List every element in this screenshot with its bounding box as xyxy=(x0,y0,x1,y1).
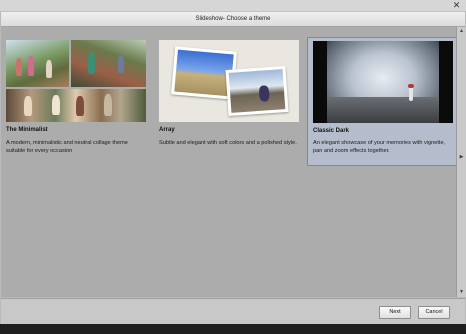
close-icon[interactable]: ✕ xyxy=(451,0,462,11)
scroll-right-icon[interactable]: ▶ xyxy=(458,154,465,161)
scroll-up-icon[interactable]: ▲ xyxy=(458,28,465,35)
theme-description: An elegant showcase of your memories wit… xyxy=(313,140,446,154)
theme-card-array[interactable]: Array Subtle and elegant with soft color… xyxy=(159,40,307,164)
theme-description: A modern, minimalistic and neutral colla… xyxy=(6,140,128,154)
top-strip: ✕ xyxy=(0,0,466,11)
theme-name: The Minimalist xyxy=(6,127,48,133)
theme-card-minimalist[interactable]: The Minimalist A modern, minimalistic an… xyxy=(6,40,154,164)
theme-card-classic-dark[interactable]: Classic Dark An elegant showcase of your… xyxy=(307,37,459,166)
cancel-button[interactable]: Cancel xyxy=(418,306,450,319)
theme-gallery: The Minimalist A modern, minimalistic an… xyxy=(1,27,459,297)
theme-thumbnail-minimalist xyxy=(6,40,146,122)
dialog-footer: Next Cancel xyxy=(1,298,465,325)
scroll-down-icon[interactable]: ▼ xyxy=(458,289,465,296)
theme-thumbnail-classic-dark xyxy=(313,41,453,123)
theme-name: Classic Dark xyxy=(313,128,350,134)
dialog-title: Slideshow- Choose a theme xyxy=(195,16,271,22)
bottom-strip xyxy=(0,324,466,334)
theme-description: Subtle and elegant with soft colors and … xyxy=(159,140,297,146)
dialog-title-bar: Slideshow- Choose a theme xyxy=(1,11,465,27)
theme-name: Array xyxy=(159,127,175,133)
next-button[interactable]: Next xyxy=(379,306,411,319)
theme-thumbnail-array xyxy=(159,40,299,122)
vertical-scrollbar[interactable]: ▲ ▶ ▼ xyxy=(456,27,466,297)
